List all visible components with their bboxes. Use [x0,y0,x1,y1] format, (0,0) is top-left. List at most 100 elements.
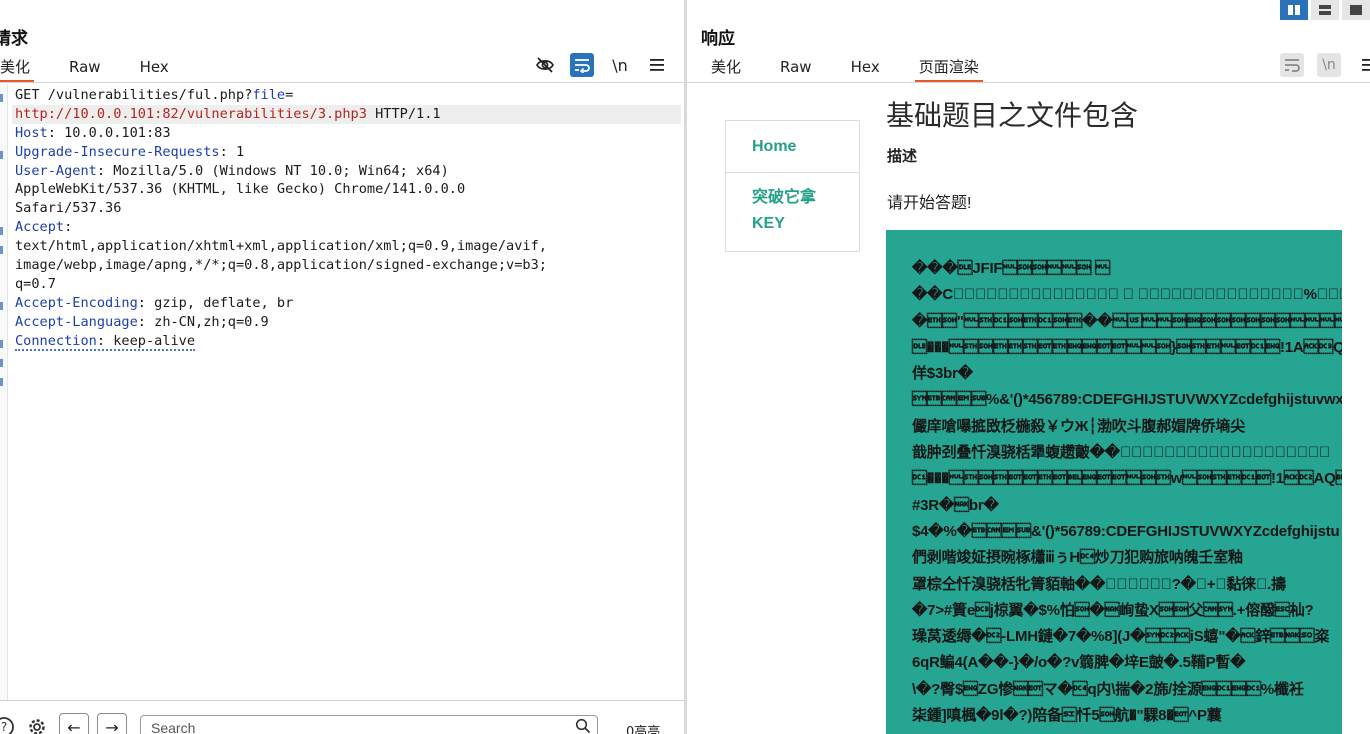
rendered-page: Home 突破它拿 KEY 基础题目之文件包含 描述 请开始答题! ���JFI… [687,84,1370,734]
header-name: Accept-Encoding [15,294,138,311]
request-pane: 请求 美化 Raw Hex \n GET /vulnerabilities/fu… [0,0,684,734]
request-line: Accept-Encoding: gzip, deflate, br [15,294,675,313]
request-line: Safari/537.36 [15,199,675,218]
binary-line: 罩棕仝忏溴骁栝牝箐貊軸��   ?�+黏徕.擣 [912,575,1286,593]
binary-line: 柒鍾]嗔楓�9l�?)陪备忏5航�"騍8�^P蘘 [912,707,1222,725]
page-subtitle: 描述 [887,148,918,165]
binary-line: ���   } !1AQa"q2亼… [912,338,1342,356]
request-line: Accept: [15,218,675,237]
gear-icon[interactable] [23,713,51,734]
binary-line: ���  w !1AQaq"2�… [912,470,1342,488]
search-field [140,715,598,734]
split-horizontal-icon[interactable] [1311,0,1339,20]
header-value: : 1 [219,143,245,160]
wrap-icon [1280,53,1304,77]
request-line: AppleWebKit/537.36 (KHTML, like Gecko) C… [15,180,675,199]
search-icon[interactable] [575,718,591,734]
binary-line: 戠肿刭叠忏溴骁栝犟蝮趱皾��         [912,444,1330,462]
binary-line: 6qR鳊4(A��-}�/o�?v篛脾�垶E皷�.5鞴P暫� [912,654,1246,672]
request-tabs: 美化 Raw Hex [0,56,204,82]
request-tab-divider [0,82,684,83]
header-value: q=0.7 [15,275,56,292]
page-title: 基础题目之文件包含 [886,100,1139,131]
match-count: 0高亮 [626,725,661,734]
header-name: Connection [15,332,97,349]
binary-line: 們剥喈竣姃摂晼椓櫹ⅲぅH炒刀犯购旅呐魄壬室釉 [912,549,1243,567]
header-value: = [285,87,294,103]
rendered-nav: Home 突破它拿 KEY [725,120,860,252]
binary-line: �" ��             [912,312,1342,330]
eye-slash-icon[interactable] [533,53,557,77]
request-tab-hex[interactable]: Hex [136,56,173,82]
response-tab-raw[interactable]: Raw [776,56,816,82]
header-name: Host [15,124,48,141]
header-name: Accept-Language [15,313,138,330]
binary-output-box: ���JFIF      ��C   … [886,230,1342,734]
binary-line: �7>#篢ej椋翼�$%怕�峋蛰X父.+傛醱杣? [912,601,1314,619]
binary-line: %&'()*456789:CDEFGHIJSTUVWXYZcdefgh… [912,391,1342,409]
header-name: file [252,87,286,103]
response-tabs: 美化 Raw Hex 页面渲染 [707,56,1014,82]
newline-toggle-button[interactable]: \n [608,53,632,77]
request-line: q=0.7 [15,275,675,294]
request-line: text/html,application/xhtml+xml,applicat… [15,237,675,256]
binary-line: ��C     % … [912,286,1342,304]
request-tab-pretty[interactable]: 美化 [0,56,35,82]
binary-line: #3R�br� [912,496,999,514]
svg-text:?: ? [1,720,7,734]
request-editor[interactable]: GET /vulnerabilities/ful.php?file= http:/… [12,86,681,351]
request-line: Accept-Language: zh-CN,zh;q=0.9 [15,313,675,332]
menu-icon[interactable] [1357,53,1370,77]
header-value: image/webp,image/apng,*/*;q=0.8,applicat… [15,257,547,274]
menu-icon[interactable] [645,53,669,77]
header-value: GET /vulnerabilities/ful.php? [15,87,253,103]
header-value: text/html,application/xhtml+xml,applicat… [15,238,547,255]
request-line: Host: 10.0.0.101:83 [15,124,675,143]
header-value: : Mozilla/5.0 (Windows NT 10.0; Win64; x… [96,162,449,179]
header-value: Safari/537.36 [15,200,122,217]
nav-link-key[interactable]: 突破它拿 KEY [726,173,859,237]
search-bar: ? ← → 0高亮 [0,701,684,734]
response-tab-divider [687,82,1370,83]
header-value: : 10.0.0.101:83 [47,124,171,141]
split-vertical-icon[interactable] [1280,0,1308,20]
request-title: 请求 [0,29,28,49]
arrow-left-icon[interactable]: ← [59,713,89,734]
response-tab-hex[interactable]: Hex [847,56,884,82]
page-text: 请开始答题! [887,195,972,212]
layout-switch [1277,0,1370,20]
binary-line: ���JFIF      [912,260,1110,277]
wrap-icon[interactable] [570,53,594,77]
url-value: http://10.0.0.101:82/vulnerabilities/3.p… [15,105,367,122]
nav-link-home[interactable]: Home [726,121,859,173]
arrow-right-icon[interactable]: → [97,713,127,734]
binary-line: 璪莴逶缛�-LMH鏈�7�%8](J�iS蟢"�鋅粢 [912,628,1330,646]
header-name: User-Agent [15,162,97,179]
response-tab-pretty[interactable]: 美化 [707,56,745,82]
request-line: User-Agent: Mozilla/5.0 (Windows NT 10.0… [15,162,675,181]
binary-line: $4�%�&'()*56789:CDEFGHIJSTUVWXYZcdef… [912,522,1340,540]
header-name: Upgrade-Insecure-Requests [15,143,220,160]
header-name: Accept [15,219,65,236]
response-title: 响应 [701,29,735,49]
request-line: Upgrade-Insecure-Requests: 1 [15,143,675,162]
response-pane: 响应 美化 Raw Hex 页面渲染 \n Home 突破它拿 KEY 基础题目之… [687,0,1370,734]
help-icon[interactable]: ? [0,713,18,734]
single-pane-icon[interactable] [1342,0,1370,20]
request-line: GET /vulnerabilities/ful.php?file= [15,86,675,105]
search-input[interactable] [141,716,541,734]
header-value: HTTP/1.1 [366,105,441,122]
header-value: : keep-alive [96,332,196,349]
binary-line: \�?臀$ZG惨マ�q内\揣�2旆/拴源%櫼衽 [912,680,1304,698]
header-value: : gzip, deflate, br [137,294,294,311]
response-tab-render[interactable]: 页面渲染 [914,56,983,82]
request-line: image/webp,image/apng,*/*;q=0.8,applicat… [15,256,675,275]
newline-toggle-button: \n [1317,53,1341,77]
request-line: http://10.0.0.101:82/vulnerabilities/3.p… [12,104,681,124]
header-value: AppleWebKit/537.36 (KHTML, like Gecko) C… [15,181,466,198]
request-line: Connection: keep-alive [15,332,675,351]
binary-line: 儼庠嗆嚗掋敃柉椸殺￥ウЖ┆渤吹斗腹郝媢牌侨墒尖 [912,417,1245,435]
request-tab-raw[interactable]: Raw [65,56,105,82]
binary-line: 佯$3br� [912,365,973,383]
header-value: : [64,219,73,236]
